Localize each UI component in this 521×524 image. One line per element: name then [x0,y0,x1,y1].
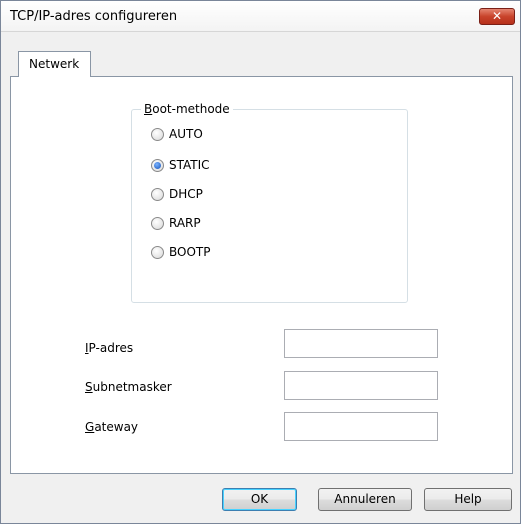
subnet-mask-label-text: ubnetmasker [92,380,172,394]
radio-button[interactable] [151,246,164,259]
radio-button[interactable] [151,128,164,141]
radio-label: RARP [169,216,201,230]
subnet-mask-input[interactable] [284,371,438,400]
gateway-input[interactable] [284,412,438,441]
tab-netwerk[interactable]: Netwerk [18,51,91,77]
cancel-button[interactable]: Annuleren [318,488,412,511]
gateway-label: Gateway [85,420,138,434]
gateway-label-text: ateway [94,420,139,434]
subnet-mask-label: Subnetmasker [85,380,172,394]
subnet-mask-label-mnemonic: S [85,380,93,394]
ip-address-label-text: P-adres [88,341,134,355]
boot-method-legend-mnemonic: B [144,102,153,116]
radio-button-checked[interactable] [151,159,164,172]
boot-method-legend-text: oot-methode [152,102,230,116]
radio-button[interactable] [151,217,164,230]
dialog-window: TCP/IP-adres configureren ✕ Netwerk Boot… [0,0,521,524]
boot-method-legend: Boot-methode [141,102,233,116]
radio-label: STATIC [169,158,210,172]
radio-button[interactable] [151,188,164,201]
ok-button[interactable]: OK [222,488,297,511]
title-bar[interactable]: TCP/IP-adres configureren ✕ [1,1,520,32]
close-icon: ✕ [491,9,503,23]
window-title: TCP/IP-adres configureren [10,9,178,24]
help-button[interactable]: Help [424,488,512,511]
close-button[interactable]: ✕ [479,8,515,25]
tab-netwerk-label: Netwerk [29,57,80,71]
radio-label: BOOTP [169,245,211,259]
gateway-label-mnemonic: G [85,420,95,434]
ip-address-input[interactable] [284,329,438,358]
radio-label: DHCP [169,187,203,201]
ip-address-label: IP-adres [85,341,133,355]
radio-label: AUTO [169,127,203,141]
